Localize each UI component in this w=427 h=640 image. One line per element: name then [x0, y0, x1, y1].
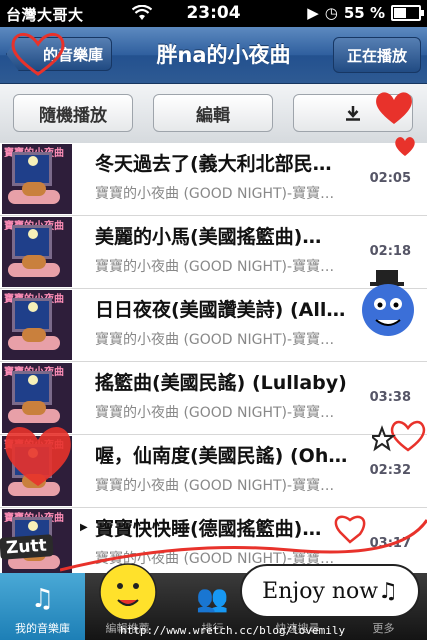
- battery-icon: [391, 5, 424, 21]
- song-subtitle: 寶寶的小夜曲 (GOOD NIGHT)-寶寶…: [95, 405, 335, 421]
- tab-label: 我的音樂庫: [15, 622, 70, 635]
- song-duration: 03:17: [369, 536, 411, 551]
- song-subtitle: 寶寶的小夜曲 (GOOD NIGHT)-寶寶…: [95, 259, 335, 275]
- battery-percent: 55 %: [343, 4, 385, 22]
- song-duration: 02:18: [369, 244, 411, 259]
- song-row[interactable]: 寶寶的小夜曲 冬天過去了(義大利北部民… 寶寶的小夜曲 (GOOD NIGHT)…: [0, 143, 427, 216]
- song-title: 喔，仙南度(美國民謠) (Oh…: [95, 445, 348, 467]
- download-icon: [346, 106, 360, 121]
- shuffle-button[interactable]: 隨機播放: [13, 94, 133, 132]
- song-row[interactable]: 寶寶的小夜曲 搖籃曲(美國民謠) (Lullaby) 寶寶的小夜曲 (GOOD …: [0, 362, 427, 435]
- page-title: 胖na的小夜曲: [156, 43, 291, 67]
- tab-more[interactable]: ••• 更多: [340, 573, 427, 640]
- playlist-toolbar: 隨機播放 編輯: [0, 84, 427, 144]
- album-art: 寶寶的小夜曲: [2, 290, 72, 360]
- song-subtitle: 寶寶的小夜曲 (GOOD NIGHT)-寶寶…: [95, 332, 335, 348]
- album-art: 寶寶的小夜曲: [2, 436, 72, 506]
- album-art: 寶寶的小夜曲: [2, 217, 72, 287]
- song-title: 寶寶快快睡(德國搖籃曲)…: [95, 518, 322, 540]
- song-title: 搖籃曲(美國民謠) (Lullaby): [95, 372, 347, 394]
- now-playing-indicator-icon: ▶: [80, 522, 88, 533]
- music-library-icon: ♫: [30, 584, 55, 614]
- tab-my-library[interactable]: ♫ 我的音樂庫: [0, 573, 85, 640]
- album-art: 寶寶的小夜曲: [2, 509, 72, 573]
- navigation-bar: 的音樂庫 胖na的小夜曲 正在播放: [0, 27, 427, 84]
- song-subtitle: 寶寶的小夜曲 (GOOD NIGHT)-寶寶…: [95, 186, 335, 202]
- star-icon: ★: [115, 584, 140, 614]
- watermark-url: http://www.wretch.cc/blog/lovemily: [120, 624, 346, 637]
- alarm-icon: ◷: [324, 4, 338, 22]
- status-bar: 台灣大哥大 23:04 ▶ ◷ 55 %: [0, 0, 427, 27]
- song-duration: 03:38: [369, 390, 411, 405]
- tab-label: 更多: [372, 622, 395, 635]
- album-art: 寶寶的小夜曲: [2, 144, 72, 214]
- back-button[interactable]: 的音樂庫: [6, 37, 112, 71]
- song-subtitle: 寶寶的小夜曲 (GOOD NIGHT)-寶寶…: [95, 551, 335, 567]
- more-icon: •••: [360, 584, 407, 614]
- song-duration: 02:05: [369, 171, 411, 186]
- play-status-icon: ▶: [307, 4, 319, 22]
- album-art: 寶寶的小夜曲: [2, 363, 72, 433]
- song-duration: 02:32: [369, 463, 411, 478]
- song-title: 冬天過去了(義大利北部民…: [95, 153, 332, 175]
- song-row[interactable]: 寶寶的小夜曲 美麗的小馬(美國搖籃曲)… 寶寶的小夜曲 (GOOD NIGHT)…: [0, 216, 427, 289]
- song-subtitle: 寶寶的小夜曲 (GOOD NIGHT)-寶寶…: [95, 478, 335, 494]
- people-icon: 👥: [196, 584, 229, 614]
- song-title: 日日夜夜(美國讚美詩) (All…: [95, 299, 346, 321]
- song-row[interactable]: 寶寶的小夜曲 喔，仙南度(美國民謠) (Oh… 寶寶的小夜曲 (GOOD NIG…: [0, 435, 427, 508]
- search-icon: ⌕: [290, 583, 305, 613]
- now-playing-button[interactable]: 正在播放: [333, 37, 421, 73]
- song-title: 美麗的小馬(美國搖籃曲)…: [95, 226, 322, 248]
- song-row[interactable]: 寶寶的小夜曲 ▶ 寶寶快快睡(德國搖籃曲)… 寶寶的小夜曲 (GOOD NIGH…: [0, 508, 427, 573]
- song-row[interactable]: 寶寶的小夜曲 日日夜夜(美國讚美詩) (All… 寶寶的小夜曲 (GOOD NI…: [0, 289, 427, 362]
- song-list: 寶寶的小夜曲 冬天過去了(義大利北部民… 寶寶的小夜曲 (GOOD NIGHT)…: [0, 143, 427, 573]
- edit-button[interactable]: 編輯: [153, 94, 273, 132]
- download-button[interactable]: [293, 94, 413, 132]
